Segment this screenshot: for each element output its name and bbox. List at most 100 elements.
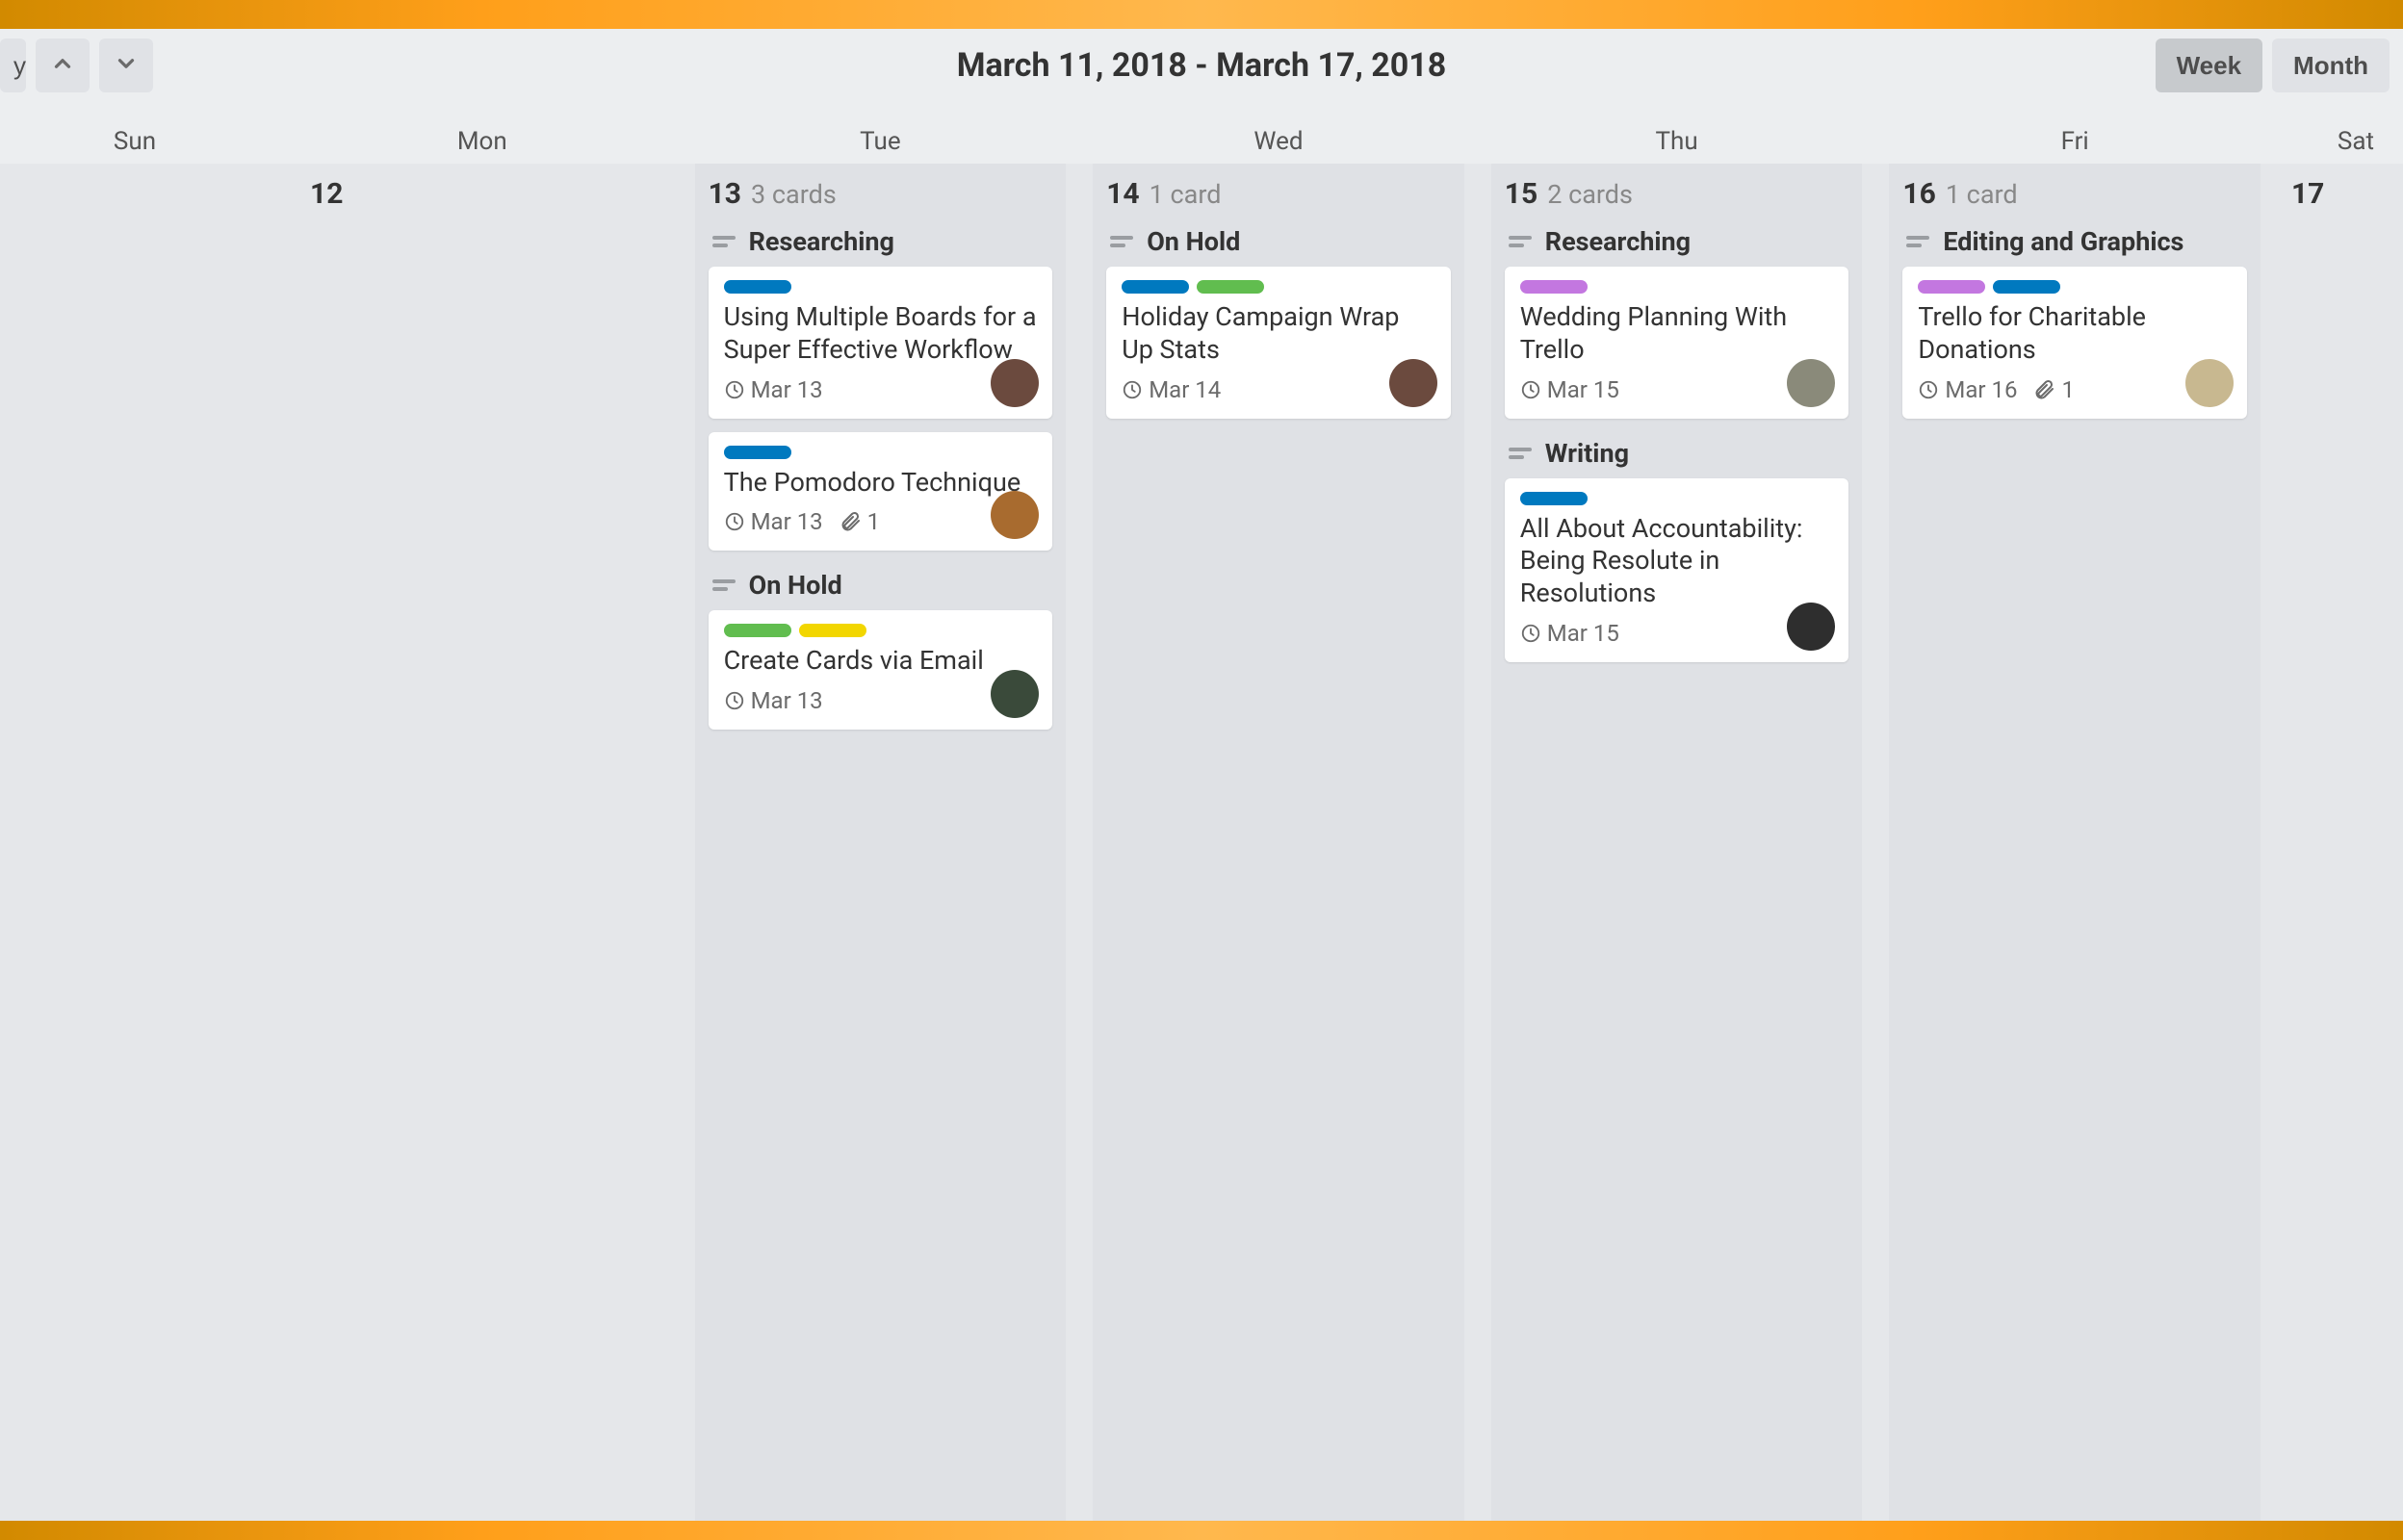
attachment-count: 1 bbox=[2032, 376, 2075, 403]
day-label-fri: Fri bbox=[1889, 127, 2261, 156]
clock-icon bbox=[724, 379, 745, 400]
card[interactable]: Wedding Planning With Trello Mar 15 bbox=[1505, 267, 1849, 419]
card[interactable]: Holiday Campaign Wrap Up Stats Mar 14 bbox=[1106, 267, 1451, 419]
day-column: 12 bbox=[297, 164, 668, 1521]
avatar[interactable] bbox=[991, 359, 1039, 407]
card-labels bbox=[1122, 280, 1435, 294]
label-blue bbox=[724, 280, 791, 294]
list-header: On Hold bbox=[1106, 220, 1451, 267]
card-title: The Pomodoro Technique bbox=[724, 467, 1038, 500]
clock-icon bbox=[1520, 379, 1541, 400]
due-date: Mar 13 bbox=[724, 508, 823, 535]
day-label-sat: Sat bbox=[2287, 127, 2403, 156]
due-date: Mar 16 bbox=[1918, 376, 2017, 403]
avatar[interactable] bbox=[991, 670, 1039, 718]
attachment-count-text: 1 bbox=[2061, 376, 2075, 403]
clock-icon bbox=[1122, 379, 1143, 400]
top-brand-stripe bbox=[0, 0, 2403, 29]
list-header: Writing bbox=[1505, 432, 1849, 478]
day-number: 17 bbox=[2291, 177, 2324, 211]
day-label-sun: Sun bbox=[0, 127, 270, 156]
due-date-text: Mar 15 bbox=[1547, 376, 1619, 403]
day-number: 16 bbox=[1902, 177, 1935, 211]
day-header: 152 cards bbox=[1505, 177, 1849, 211]
list-name: Researching bbox=[1545, 226, 1691, 257]
clock-icon bbox=[724, 511, 745, 532]
card-labels bbox=[1520, 492, 1834, 505]
label-blue bbox=[724, 446, 791, 459]
card[interactable]: The Pomodoro Technique Mar 13 1 bbox=[709, 432, 1053, 552]
list-handle-icon bbox=[712, 233, 739, 250]
label-purple bbox=[1918, 280, 1985, 294]
avatar[interactable] bbox=[1787, 359, 1835, 407]
day-label-wed: Wed bbox=[1093, 127, 1464, 156]
list-header: Editing and Graphics bbox=[1902, 220, 2247, 267]
card-title: Wedding Planning With Trello bbox=[1520, 301, 1834, 367]
day-label-mon: Mon bbox=[297, 127, 668, 156]
calendar-toolbar: y March 11, 2018 - March 17, 2018 Week M… bbox=[0, 29, 2403, 164]
clock-icon bbox=[1520, 623, 1541, 644]
avatar[interactable] bbox=[1389, 359, 1437, 407]
list-handle-icon bbox=[1110, 233, 1137, 250]
due-date-text: Mar 13 bbox=[751, 508, 823, 535]
list-name: Writing bbox=[1545, 438, 1629, 469]
card-title: Using Multiple Boards for a Super Effect… bbox=[724, 301, 1038, 367]
calendar-body: 12 133 cards Researching Using Multiple Boa… bbox=[0, 164, 2403, 1521]
bottom-brand-stripe bbox=[0, 1521, 2403, 1540]
card-count: 1 card bbox=[1946, 179, 2018, 210]
label-blue bbox=[1993, 280, 2060, 294]
week-view-button[interactable]: Week bbox=[2156, 38, 2262, 92]
due-date: Mar 15 bbox=[1520, 376, 1619, 403]
card[interactable]: All About Accountability: Being Resolute… bbox=[1505, 478, 1849, 662]
attachment-count-text: 1 bbox=[867, 508, 881, 535]
list-header: Researching bbox=[1505, 220, 1849, 267]
attachment-count: 1 bbox=[839, 508, 881, 535]
card[interactable]: Create Cards via Email Mar 13 bbox=[709, 610, 1053, 730]
avatar[interactable] bbox=[2185, 359, 2234, 407]
chevron-up-icon bbox=[50, 48, 75, 84]
day-column: 17 bbox=[2287, 164, 2403, 1521]
month-view-button[interactable]: Month bbox=[2272, 38, 2390, 92]
due-date: Mar 14 bbox=[1122, 376, 1221, 403]
list-name: Researching bbox=[749, 226, 894, 257]
list-header: Researching bbox=[709, 220, 1053, 267]
chevron-down-icon bbox=[114, 48, 139, 84]
today-button[interactable]: y bbox=[0, 38, 26, 92]
card[interactable]: Trello for Charitable DonationsMar 161 bbox=[1902, 267, 2247, 419]
prev-week-button[interactable] bbox=[36, 38, 90, 92]
day-header: 141 card bbox=[1106, 177, 1451, 211]
card-title: All About Accountability: Being Resolute… bbox=[1520, 513, 1834, 610]
day-label-tue: Tue bbox=[695, 127, 1067, 156]
day-number: 14 bbox=[1106, 177, 1139, 211]
day-column: 152 cards Researching Wedding Planning Wit… bbox=[1491, 164, 1863, 1521]
due-date-text: Mar 13 bbox=[751, 687, 823, 714]
due-date-text: Mar 14 bbox=[1149, 376, 1221, 403]
card-count: 3 cards bbox=[751, 179, 837, 210]
card-title: Create Cards via Email bbox=[724, 645, 1038, 678]
day-column: 133 cards Researching Using Multiple Board… bbox=[695, 164, 1067, 1521]
label-purple bbox=[1520, 280, 1588, 294]
day-header: 16 1 card bbox=[1902, 177, 2247, 211]
list-handle-icon bbox=[1906, 233, 1933, 250]
day-header: 17 bbox=[2291, 177, 2390, 211]
label-blue bbox=[1520, 492, 1588, 505]
day-header: 133 cards bbox=[709, 177, 1053, 211]
label-green bbox=[1197, 280, 1264, 294]
list-header: On Hold bbox=[709, 564, 1053, 610]
day-column bbox=[0, 164, 270, 1521]
avatar[interactable] bbox=[1787, 603, 1835, 651]
day-labels-row: Sun Mon Tue Wed Thu Fri Sat bbox=[0, 127, 2403, 156]
list-name: On Hold bbox=[1147, 226, 1240, 257]
day-column: 161 cardEditing and GraphicsTrello for C… bbox=[1889, 164, 2261, 1521]
label-blue bbox=[1122, 280, 1189, 294]
day-label-thu: Thu bbox=[1491, 127, 1863, 156]
card-labels bbox=[724, 624, 1038, 637]
card-labels bbox=[1918, 280, 2232, 294]
list-handle-icon bbox=[712, 577, 739, 594]
clock-icon bbox=[1918, 379, 1939, 400]
label-yellow bbox=[799, 624, 866, 637]
card-labels bbox=[1520, 280, 1834, 294]
card[interactable]: Using Multiple Boards for a Super Effect… bbox=[709, 267, 1053, 419]
card-title: Holiday Campaign Wrap Up Stats bbox=[1122, 301, 1435, 367]
next-week-button[interactable] bbox=[99, 38, 153, 92]
